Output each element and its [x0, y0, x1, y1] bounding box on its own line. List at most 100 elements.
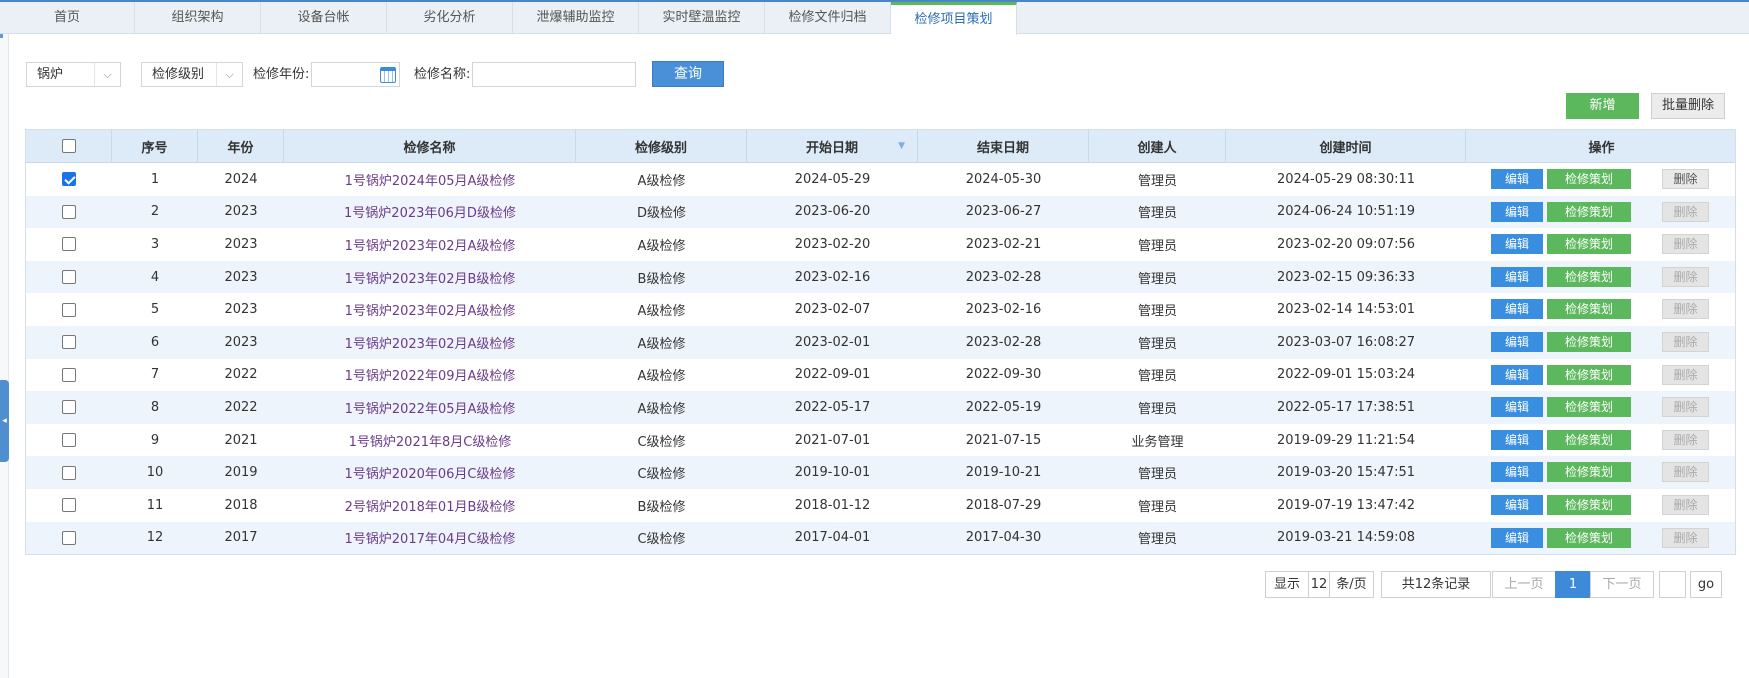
row-select-cell[interactable] — [26, 163, 112, 196]
row-checkbox[interactable] — [62, 302, 76, 317]
row-checkbox[interactable] — [62, 400, 76, 415]
equipment-select[interactable]: 锅炉 ⌵ — [26, 62, 121, 87]
header-start-date[interactable]: 开始日期 ▼ — [747, 130, 918, 162]
row-select-cell[interactable] — [26, 391, 112, 424]
row-select-cell[interactable] — [26, 196, 112, 229]
edit-button[interactable]: 编辑 — [1491, 494, 1543, 515]
tab-home[interactable]: 首页 — [0, 2, 135, 34]
plan-button[interactable]: 检修策划 — [1547, 462, 1631, 483]
cell-name[interactable]: 1号锅炉2022年05月A级检修 — [284, 391, 576, 424]
header-select-all[interactable] — [26, 130, 112, 162]
edit-button[interactable]: 编辑 — [1491, 364, 1543, 385]
edit-button[interactable]: 编辑 — [1491, 266, 1543, 287]
edit-button[interactable]: 编辑 — [1491, 201, 1543, 222]
row-checkbox[interactable] — [62, 335, 76, 350]
plan-button[interactable]: 检修策划 — [1547, 331, 1631, 352]
plan-button[interactable]: 检修策划 — [1547, 266, 1631, 287]
delete-button[interactable]: 删除 — [1662, 397, 1709, 418]
delete-button[interactable]: 删除 — [1662, 527, 1709, 548]
delete-button[interactable]: 删除 — [1662, 299, 1709, 320]
next-page-button[interactable]: 下一页 — [1590, 571, 1654, 598]
delete-button[interactable]: 删除 — [1662, 169, 1709, 189]
sidebar-toggle-icon[interactable]: ◂ — [0, 380, 9, 462]
plan-button[interactable]: 检修策划 — [1547, 299, 1631, 320]
row-checkbox[interactable] — [62, 530, 76, 545]
tab-equipment-ledger[interactable]: 设备台帐 — [261, 2, 387, 34]
edit-button[interactable]: 编辑 — [1491, 397, 1543, 418]
row-select-cell[interactable] — [26, 261, 112, 294]
plan-button[interactable]: 检修策划 — [1547, 234, 1631, 255]
cell-name[interactable]: 1号锅炉2017年04月C级检修 — [284, 522, 576, 555]
sort-down-icon[interactable]: ▼ — [898, 141, 905, 151]
tab-organization[interactable]: 组织架构 — [135, 2, 261, 34]
go-button[interactable]: go — [1690, 571, 1722, 598]
cell-name[interactable]: 2号锅炉2018年01月B级检修 — [284, 489, 576, 522]
delete-button[interactable]: 删除 — [1662, 201, 1709, 222]
edit-button[interactable]: 编辑 — [1491, 331, 1543, 352]
row-select-cell[interactable] — [26, 456, 112, 489]
plan-button[interactable]: 检修策划 — [1547, 169, 1631, 189]
cell-name[interactable]: 1号锅炉2023年06月D级检修 — [284, 196, 576, 229]
row-checkbox[interactable] — [62, 204, 76, 219]
cell-name[interactable]: 1号锅炉2023年02月A级检修 — [284, 326, 576, 359]
cell-name[interactable]: 1号锅炉2022年09月A级检修 — [284, 359, 576, 392]
row-checkbox[interactable] — [62, 172, 76, 187]
row-checkbox[interactable] — [62, 237, 76, 252]
calendar-icon[interactable] — [380, 67, 396, 83]
delete-button[interactable]: 删除 — [1662, 266, 1709, 287]
batch-delete-button[interactable]: 批量删除 — [1651, 93, 1725, 119]
delete-button[interactable]: 删除 — [1662, 462, 1709, 483]
plan-button[interactable]: 检修策划 — [1547, 494, 1631, 515]
edit-button[interactable]: 编辑 — [1491, 234, 1543, 255]
table-row: 5 2023 1号锅炉2023年02月A级检修 A级检修 2023-02-07 2023-… — [26, 293, 1735, 326]
prev-page-button[interactable]: 上一页 — [1492, 571, 1556, 598]
name-input[interactable] — [472, 62, 636, 87]
add-button[interactable]: 新增 — [1566, 93, 1639, 119]
delete-button[interactable]: 删除 — [1662, 234, 1709, 255]
edit-button[interactable]: 编辑 — [1491, 429, 1543, 450]
row-select-cell[interactable] — [26, 522, 112, 555]
edit-button[interactable]: 编辑 — [1491, 462, 1543, 483]
tab-explosion-monitoring[interactable]: 泄爆辅助监控 — [513, 2, 639, 34]
row-select-cell[interactable] — [26, 326, 112, 359]
tab-maintenance-planning[interactable]: 检修项目策划 — [891, 2, 1017, 35]
plan-button[interactable]: 检修策划 — [1547, 429, 1631, 450]
year-input[interactable] — [311, 62, 400, 87]
tab-wall-temperature[interactable]: 实时壁温监控 — [639, 2, 765, 34]
level-select[interactable]: 检修级别 ⌵ — [141, 62, 243, 87]
plan-button[interactable]: 检修策划 — [1547, 364, 1631, 385]
cell-name[interactable]: 1号锅炉2020年06月C级检修 — [284, 456, 576, 489]
edit-button[interactable]: 编辑 — [1491, 299, 1543, 320]
row-checkbox[interactable] — [62, 367, 76, 382]
cell-name[interactable]: 1号锅炉2024年05月A级检修 — [284, 163, 576, 196]
row-select-cell[interactable] — [26, 489, 112, 522]
tab-degradation-analysis[interactable]: 劣化分析 — [387, 2, 513, 34]
row-select-cell[interactable] — [26, 228, 112, 261]
plan-button[interactable]: 检修策划 — [1547, 201, 1631, 222]
row-checkbox[interactable] — [62, 465, 76, 480]
row-checkbox[interactable] — [62, 270, 76, 285]
delete-button[interactable]: 删除 — [1662, 331, 1709, 352]
page-size-input[interactable]: 12 — [1308, 571, 1330, 598]
cell-name[interactable]: 1号锅炉2023年02月B级检修 — [284, 261, 576, 294]
delete-button[interactable]: 删除 — [1662, 429, 1709, 450]
edit-button[interactable]: 编辑 — [1491, 169, 1543, 189]
select-all-checkbox[interactable] — [61, 139, 76, 153]
delete-button[interactable]: 删除 — [1662, 364, 1709, 385]
query-button[interactable]: 查询 — [652, 61, 724, 87]
plan-button[interactable]: 检修策划 — [1547, 397, 1631, 418]
tab-file-archive[interactable]: 检修文件归档 — [765, 2, 891, 34]
page-1-button[interactable]: 1 — [1555, 571, 1591, 598]
row-select-cell[interactable] — [26, 359, 112, 392]
row-checkbox[interactable] — [62, 433, 76, 448]
row-select-cell[interactable] — [26, 293, 112, 326]
cell-name[interactable]: 1号锅炉2023年02月A级检修 — [284, 293, 576, 326]
plan-button[interactable]: 检修策划 — [1547, 527, 1631, 548]
delete-button[interactable]: 删除 — [1662, 494, 1709, 515]
cell-name[interactable]: 1号锅炉2021年8月C级检修 — [284, 424, 576, 457]
row-checkbox[interactable] — [62, 498, 76, 513]
row-select-cell[interactable] — [26, 424, 112, 457]
edit-button[interactable]: 编辑 — [1491, 527, 1543, 548]
jump-page-input[interactable] — [1659, 571, 1686, 598]
cell-name[interactable]: 1号锅炉2023年02月A级检修 — [284, 228, 576, 261]
